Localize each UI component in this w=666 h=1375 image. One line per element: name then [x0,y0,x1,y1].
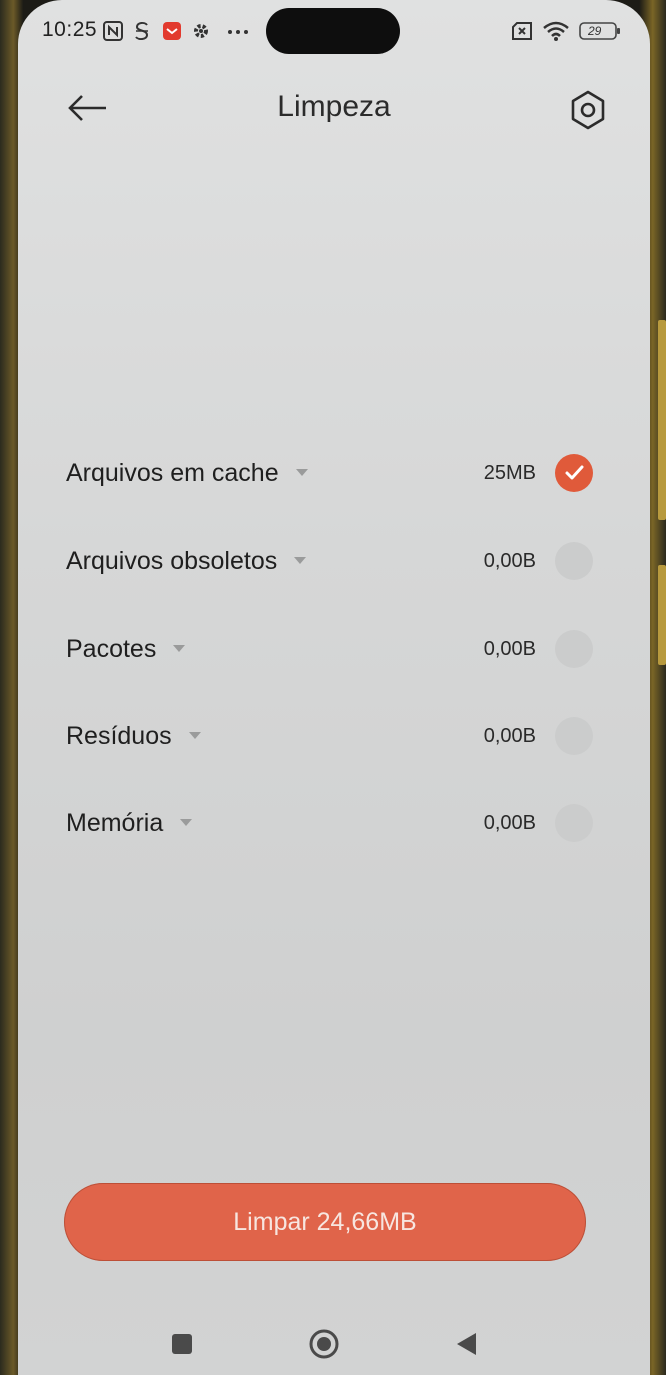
list-item-size: 0,00B [483,812,536,834]
s-app-icon [135,21,149,41]
phone-side-button [658,320,666,520]
mail-app-icon [163,22,181,40]
wifi-icon [543,21,569,41]
battery-icon: 29 [579,21,621,41]
chevron-down-icon[interactable] [293,555,307,565]
list-item-size: 0,00B [483,725,536,747]
list-item-size: 0,00B [483,550,536,572]
navigation-bar [18,1310,650,1375]
list-item-size: 25MB [483,462,536,484]
list-item-size: 0,00B [483,638,536,660]
list-item-label: Arquivos obsoletos [66,547,307,576]
camera-notch [266,8,400,54]
checkbox-checked[interactable] [555,454,593,492]
list-item-memory[interactable]: Memória 0,00B [18,780,650,868]
list-item-cache[interactable]: Arquivos em cache 25MB [18,430,650,518]
chevron-down-icon[interactable] [188,730,202,740]
chevron-down-icon[interactable] [295,467,309,477]
back-triangle-icon[interactable] [448,1326,484,1362]
nfc-icon [103,21,123,41]
settings-gear-icon [194,24,208,38]
recent-apps-icon[interactable] [164,1326,200,1362]
checkbox-unchecked[interactable] [555,804,593,842]
status-time: 10:25 [42,18,98,41]
list-item-obsolete[interactable]: Arquivos obsoletos 0,00B [18,518,650,606]
list-item-residues[interactable]: Resíduos 0,00B [18,693,650,781]
checkbox-unchecked[interactable] [555,717,593,755]
status-bar: 10:25 29 [18,0,650,62]
phone-side-button [658,565,666,665]
list-item-label: Pacotes [66,635,186,664]
chevron-down-icon[interactable] [179,817,193,827]
list-item-label: Arquivos em cache [66,459,309,488]
screen: 10:25 29 Limpeza Arquivos em cache 25MB … [18,0,650,1375]
checkbox-unchecked[interactable] [555,630,593,668]
hexagon-settings-icon[interactable] [566,88,610,132]
phone-frame: 10:25 29 Limpeza Arquivos em cache 25MB … [0,0,666,1375]
checkmark-icon [565,465,584,480]
list-item-packages[interactable]: Pacotes 0,00B [18,606,650,694]
more-dots-icon [228,30,248,34]
chevron-down-icon[interactable] [172,643,186,653]
clean-button[interactable]: Limpar 24,66MB [64,1183,586,1261]
list-item-label: Resíduos [66,722,202,751]
sim-off-icon [512,22,532,40]
checkbox-unchecked[interactable] [555,542,593,580]
header: Limpeza [18,72,650,148]
list-item-label: Memória [66,809,193,838]
home-icon[interactable] [306,1326,342,1362]
battery-level: 29 [588,24,602,38]
page-title: Limpeza [277,90,391,123]
